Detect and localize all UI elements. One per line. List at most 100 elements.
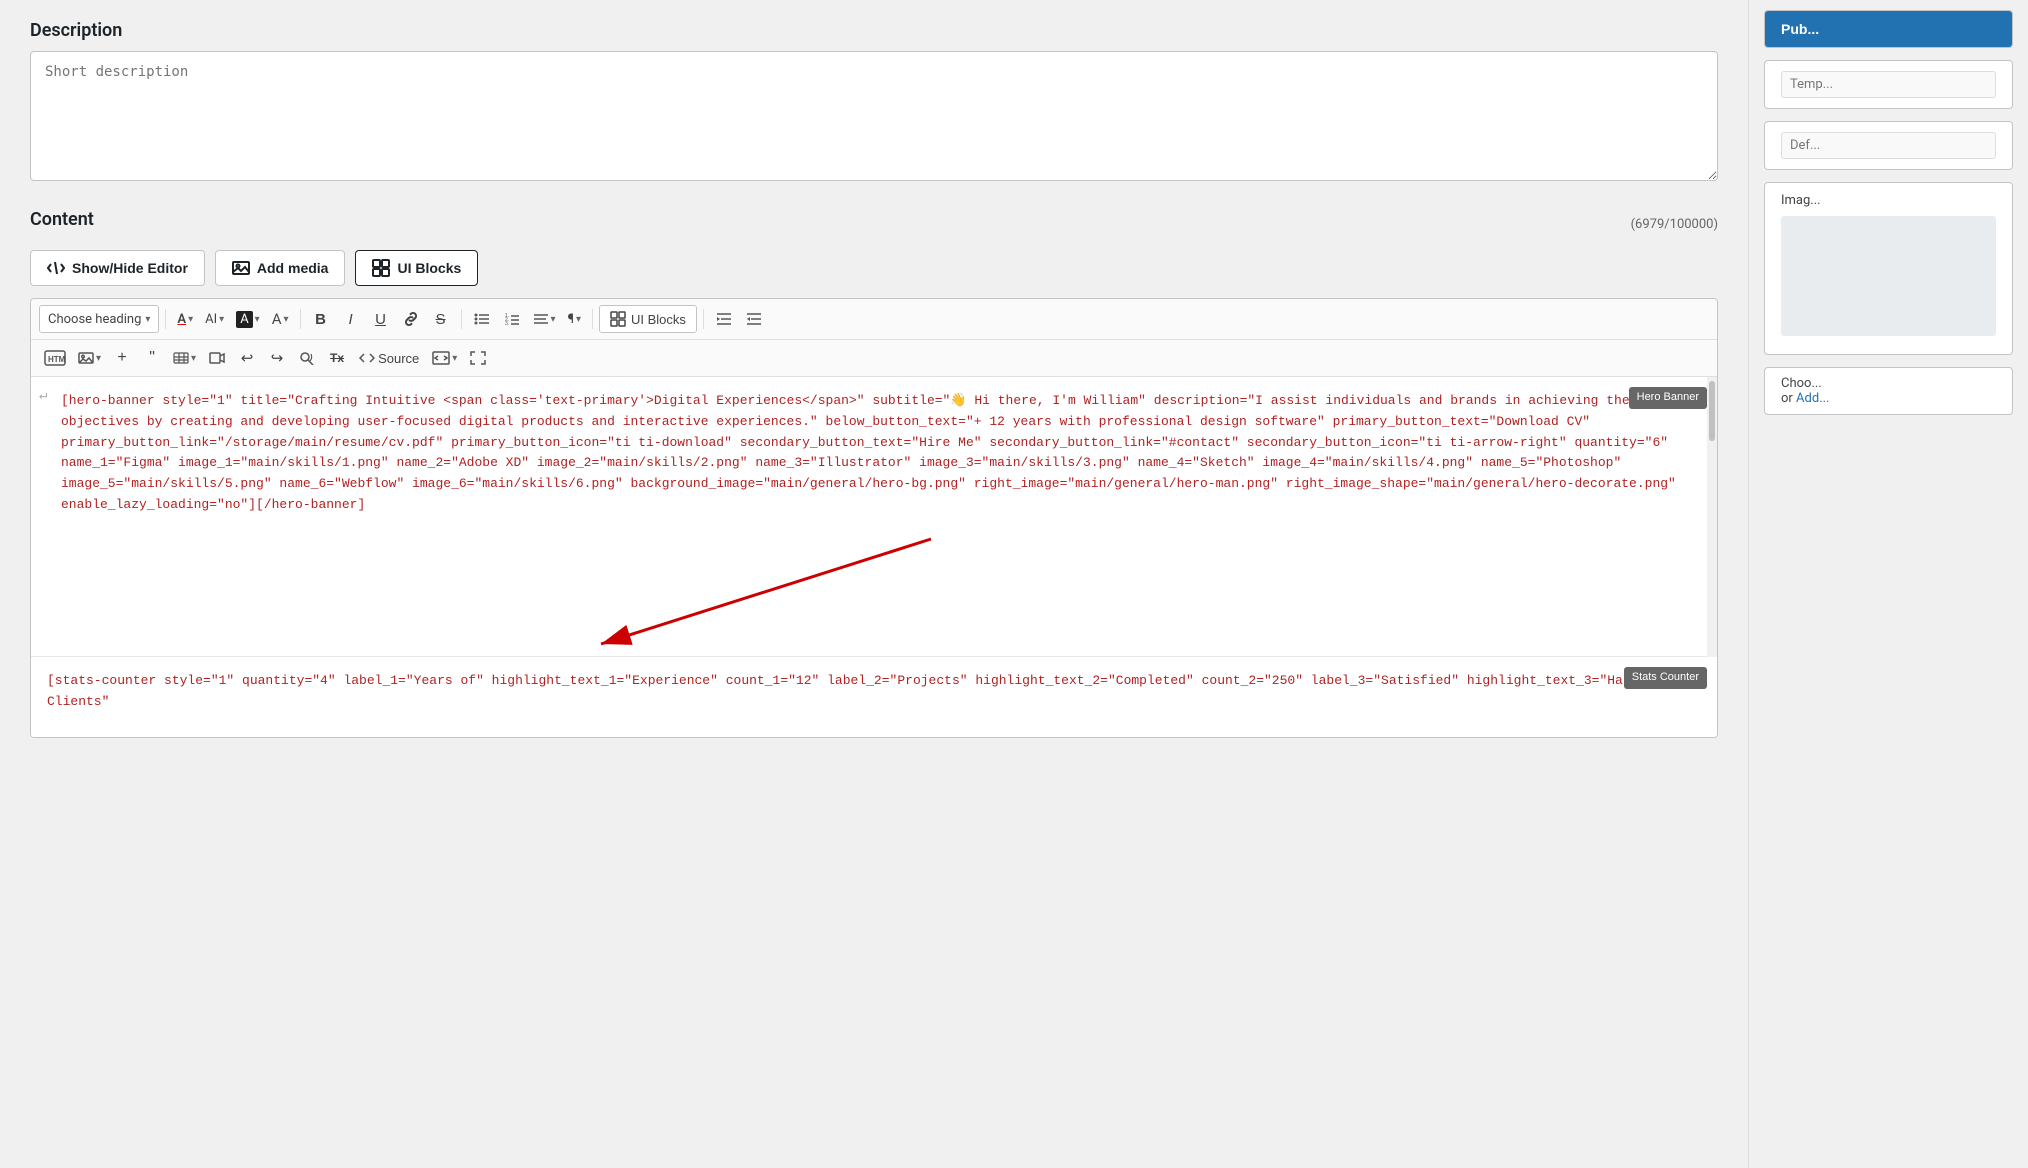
font-family-chevron: ▾: [255, 314, 260, 325]
hero-banner-label: Hero Banner: [1629, 387, 1707, 409]
toolbar-sep-1: [165, 309, 166, 329]
outdent-button[interactable]: [740, 305, 768, 333]
image-icon: [232, 259, 250, 277]
underline-button[interactable]: U: [367, 305, 395, 333]
editor-content-area[interactable]: ↵ Hero Banner [hero-banner style="1" tit…: [31, 377, 1717, 737]
ui-blocks-toolbar-button[interactable]: UI Blocks: [599, 305, 697, 333]
default-value: Def...: [1781, 132, 1996, 159]
scrollbar-thumb[interactable]: [1709, 381, 1715, 441]
para-dropdown[interactable]: ¶ ▾: [563, 305, 586, 333]
italic-button[interactable]: I: [337, 305, 365, 333]
right-sidebar: Pub... Temp... Def... Imag... Choo...: [1748, 0, 2028, 1168]
choose-label: Choo...: [1781, 376, 1822, 391]
table-chevron: ▾: [191, 353, 196, 364]
heading-select[interactable]: Choose heading ▾: [39, 305, 159, 333]
table-icon: [173, 351, 189, 365]
template-field: Temp...: [1765, 61, 2012, 108]
editor-scrollbar[interactable]: [1707, 377, 1717, 657]
font-family-dropdown[interactable]: A ▾: [231, 305, 265, 333]
show-hide-label: Show/Hide Editor: [72, 260, 188, 276]
font-color-dropdown[interactable]: A ▾: [172, 305, 198, 333]
html-icon: HTML: [44, 349, 66, 367]
video-button[interactable]: [203, 344, 231, 372]
num-list-button[interactable]: 1. 2. 3.: [498, 305, 526, 333]
font-color-label: A: [177, 312, 186, 327]
add-media-button[interactable]: Add media: [215, 250, 346, 286]
table-dropdown[interactable]: ▾: [168, 344, 201, 372]
html-button[interactable]: HTML: [39, 344, 71, 372]
editor-container: Choose heading ▾ A ▾ AI ▾ A ▾ A: [30, 298, 1718, 738]
indent-button[interactable]: [710, 305, 738, 333]
font-size-dropdown[interactable]: AI ▾: [200, 305, 229, 333]
description-label: Description: [30, 20, 1718, 41]
bullet-list-button[interactable]: [468, 305, 496, 333]
editor-block-hero[interactable]: ↵ Hero Banner [hero-banner style="1" tit…: [31, 377, 1717, 657]
undo-button[interactable]: ↩: [233, 344, 261, 372]
indent-icon: [716, 312, 732, 326]
publish-label: Pub...: [1781, 21, 1819, 37]
source-code-icon: [359, 351, 375, 365]
stats-counter-label: Stats Counter: [1624, 667, 1707, 689]
toolbar-sep-5: [703, 309, 704, 329]
editor-block-stats[interactable]: Stats Counter [stats-counter style="1" q…: [31, 657, 1717, 737]
bullet-list-icon: [474, 312, 490, 326]
font-size-label: AI: [205, 312, 217, 327]
para-label: ¶: [568, 312, 574, 327]
link-button[interactable]: [397, 305, 425, 333]
add-image-button[interactable]: +: [108, 344, 136, 372]
undo-icon: ↩: [241, 349, 254, 367]
quote-button[interactable]: ": [138, 344, 166, 372]
publish-button[interactable]: Pub...: [1765, 11, 2012, 47]
format-chevron: ▾: [284, 314, 289, 325]
add-image-icon: +: [117, 349, 126, 367]
code-view-icon: [432, 351, 450, 365]
return-icon: ↵: [39, 385, 47, 407]
hero-banner-content: [hero-banner style="1" title="Crafting I…: [61, 393, 1676, 512]
find-replace-button[interactable]: [293, 344, 321, 372]
image-placeholder-area: [1781, 216, 1996, 336]
redo-button[interactable]: ↪: [263, 344, 291, 372]
italic-label: I: [348, 311, 352, 328]
bold-button[interactable]: B: [307, 305, 335, 333]
editor-toolbar-row2: HTML ▾ + ": [31, 340, 1717, 377]
toolbar-sep-2: [300, 309, 301, 329]
num-list-icon: 1. 2. 3.: [504, 312, 520, 326]
svg-text:HTML: HTML: [48, 355, 66, 364]
find-replace-icon: [299, 351, 315, 365]
image-chevron: ▾: [96, 353, 101, 364]
video-icon: [209, 351, 225, 365]
font-size-chevron: ▾: [219, 314, 224, 325]
stats-counter-content: [stats-counter style="1" quantity="4" la…: [47, 673, 1646, 709]
clear-format-button[interactable]: Tx: [323, 344, 351, 372]
description-textarea[interactable]: [30, 51, 1718, 181]
description-section: Description: [30, 20, 1718, 185]
align-chevron: ▾: [551, 314, 556, 325]
align-dropdown[interactable]: ▾: [528, 305, 561, 333]
code-icon: [47, 259, 65, 277]
image-toolbar-icon: [78, 351, 94, 365]
format-label: A: [272, 310, 282, 328]
content-label: Content: [30, 209, 94, 230]
para-chevron: ▾: [576, 314, 581, 325]
or-add-label: or Add...: [1781, 391, 1829, 406]
content-buttons: Show/Hide Editor Add media UI Blocks: [30, 250, 1718, 286]
fullscreen-button[interactable]: [464, 344, 492, 372]
default-section: Def...: [1764, 121, 2013, 170]
code-view-dropdown[interactable]: ▾: [427, 344, 462, 372]
toolbar-sep-3: [461, 309, 462, 329]
redo-icon: ↪: [271, 349, 284, 367]
add-link[interactable]: Add...: [1796, 391, 1829, 406]
blocks-icon: [372, 259, 390, 277]
ui-blocks-button[interactable]: UI Blocks: [355, 250, 478, 286]
strikethrough-button[interactable]: S: [427, 305, 455, 333]
format-dropdown[interactable]: A ▾: [267, 305, 294, 333]
source-button[interactable]: Source: [353, 344, 425, 372]
outdent-icon: [746, 312, 762, 326]
editor-toolbar-row1: Choose heading ▾ A ▾ AI ▾ A ▾ A: [31, 299, 1717, 340]
chevron-down-icon: ▾: [145, 314, 150, 325]
font-color-chevron: ▾: [188, 314, 193, 325]
toolbar-sep-4: [592, 309, 593, 329]
image-section: Imag...: [1764, 182, 2013, 355]
show-hide-editor-button[interactable]: Show/Hide Editor: [30, 250, 205, 286]
image-dropdown[interactable]: ▾: [73, 344, 106, 372]
